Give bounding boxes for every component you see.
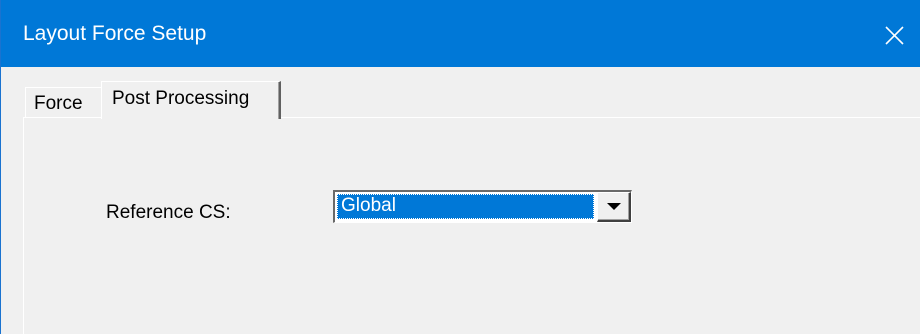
window-title: Layout Force Setup bbox=[23, 22, 207, 45]
layout-force-setup-dialog: Layout Force Setup Force Post Processing… bbox=[0, 0, 920, 334]
tab-post-processing-label: Post Processing bbox=[112, 88, 250, 109]
tab-force-label: Force bbox=[34, 93, 83, 114]
close-icon[interactable] bbox=[877, 18, 911, 52]
tab-panel-post-processing bbox=[23, 117, 920, 334]
reference-cs-label: Reference CS: bbox=[106, 202, 231, 223]
tab-force[interactable]: Force bbox=[25, 87, 103, 117]
title-bar[interactable]: Layout Force Setup bbox=[1, 0, 920, 67]
dialog-client-area: Force Post Processing Reference CS: Glob… bbox=[1, 67, 920, 334]
dropdown-button[interactable] bbox=[597, 192, 631, 222]
tab-post-processing[interactable]: Post Processing bbox=[101, 81, 281, 119]
reference-cs-dropdown[interactable]: Global bbox=[333, 190, 632, 223]
chevron-down-icon bbox=[607, 203, 621, 210]
reference-cs-selected-value: Global bbox=[337, 194, 594, 219]
